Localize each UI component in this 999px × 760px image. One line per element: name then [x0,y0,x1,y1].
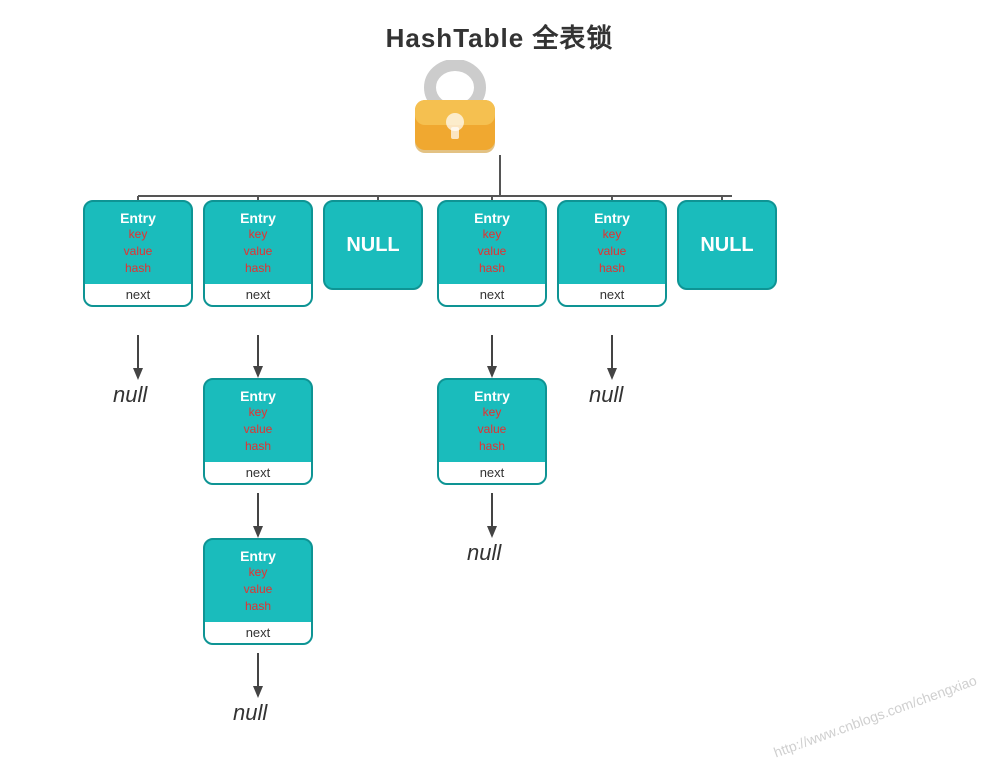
entry-label-4: Entry [445,210,539,226]
null-label-2: NULL [700,234,753,257]
entry-fields-2: keyvaluehash [211,226,305,276]
entry-box-5: Entry keyvaluehash next [557,200,667,307]
entry-next-chain2-1: next [205,462,311,483]
entry-box-chain3-1: Entry keyvaluehash next [437,378,547,485]
entry-box-2: Entry keyvaluehash next [203,200,313,307]
entry-fields-chain3-1: keyvaluehash [445,404,539,454]
entry-label-chain2-2: Entry [211,548,305,564]
null-text-chain3: null [467,540,501,566]
entry-next-4: next [439,284,545,305]
entry-next-1: next [85,284,191,305]
entry-label-5: Entry [565,210,659,226]
page-title: HashTable 全表锁 [0,0,999,55]
null-label-1: NULL [346,234,399,257]
entry-box-chain2-1: Entry keyvaluehash next [203,378,313,485]
lock-icon [410,60,500,155]
entry-box-4: Entry keyvaluehash next [437,200,547,307]
entry-box-chain2-2: Entry keyvaluehash next [203,538,313,645]
entry-label-2: Entry [211,210,305,226]
null-text-chain1: null [113,382,147,408]
entry-next-chain2-2: next [205,622,311,643]
entry-fields-1: keyvaluehash [91,226,185,276]
entry-label-chain3-1: Entry [445,388,539,404]
entry-label-chain2-1: Entry [211,388,305,404]
entry-fields-chain2-2: keyvaluehash [211,564,305,614]
null-box-2: NULL [677,200,777,290]
null-box-1: NULL [323,200,423,290]
entry-fields-chain2-1: keyvaluehash [211,404,305,454]
entry-fields-4: keyvaluehash [445,226,539,276]
entry-next-2: next [205,284,311,305]
entry-box-1: Entry keyvaluehash next [83,200,193,307]
entry-next-5: next [559,284,665,305]
entry-label-1: Entry [91,210,185,226]
null-text-chain4: null [589,382,623,408]
null-text-chain2: null [233,700,267,726]
entry-next-chain3-1: next [439,462,545,483]
entry-fields-5: keyvaluehash [565,226,659,276]
